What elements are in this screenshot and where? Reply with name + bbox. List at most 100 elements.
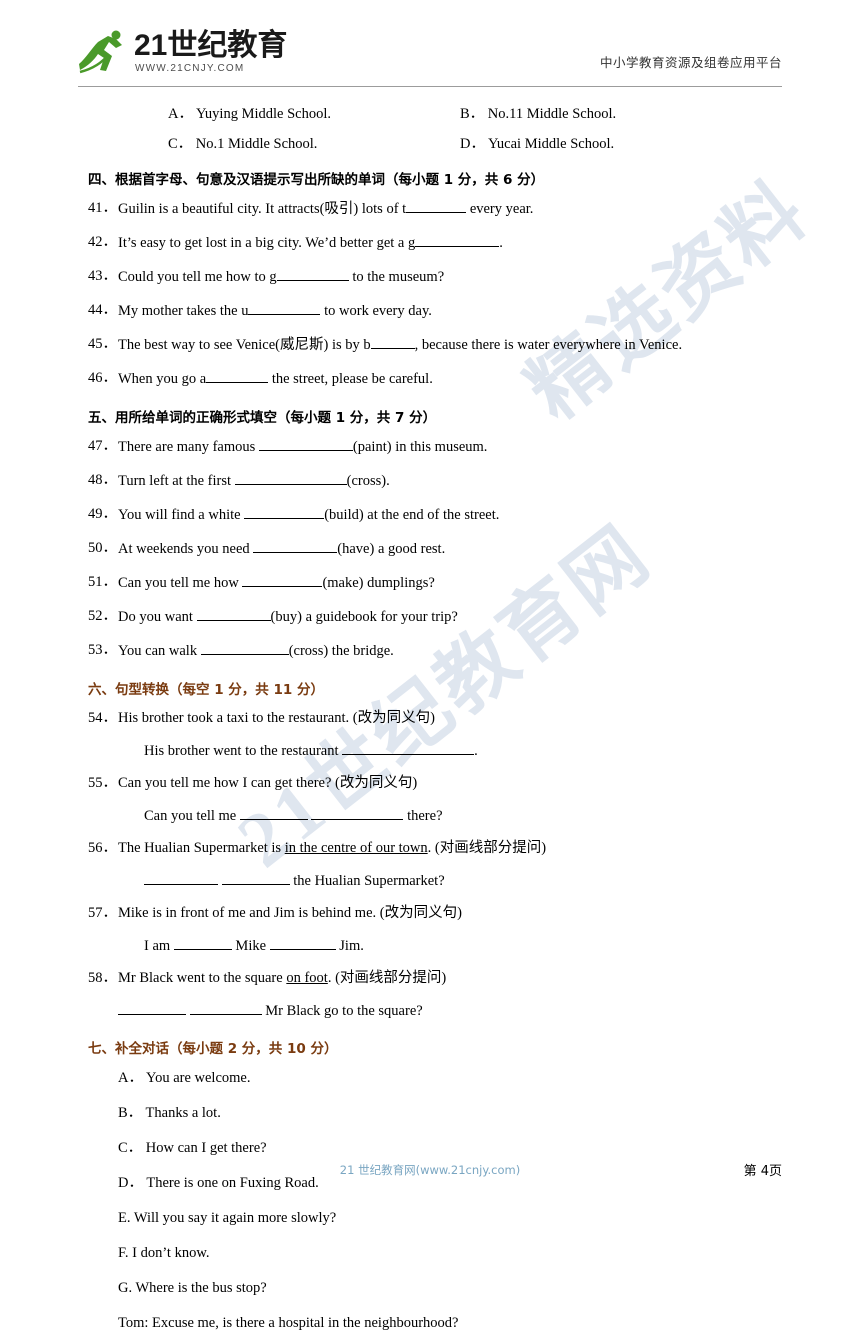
dialogue-option-a: A． You are welcome. [118,1070,251,1086]
question-number: 41． [88,200,117,216]
question-52: 52． Do you want (buy) a guidebook for you… [88,600,860,634]
question-number: 47． [88,438,117,454]
answer-blank[interactable] [248,301,321,315]
answer-blank[interactable] [370,335,415,349]
question-45: 45． The best way to see Venice(威尼斯) is by… [88,328,860,362]
answer-blank[interactable] [258,437,353,451]
question-50: 50． At weekends you need (have) a good re… [88,532,860,566]
question-text-after: to the museum? [348,269,445,285]
underlined-phrase: in the centre of our town [284,840,428,856]
question-text: Can you tell me how I can get there? (改为… [118,775,418,791]
option-a: A． Yuying Middle School. [168,106,331,122]
option-c: C． No.1 Middle School. [168,136,318,152]
question-number: 46． [88,370,117,386]
question-text-after: to work every day. [320,303,432,319]
question-text-after: (have) a good rest. [337,541,446,557]
section-heading-5: 五、用所给单词的正确形式填空（每小题 1 分，共 7 分） [88,410,437,426]
answer-blank[interactable] [311,806,404,820]
answer-blank[interactable] [196,607,271,621]
answer-blank[interactable] [118,1001,186,1015]
question-54-answer-line: His brother went to the restaurant . [144,735,860,767]
answer-text-before: I am [144,938,174,954]
answer-blank[interactable] [221,871,290,885]
dialogue-option-g: G. Where is the bus stop? [118,1280,267,1296]
question-text-before: Guilin is a beautiful city. It attracts(… [118,201,407,217]
question-57-answer-line: I am Mike Jim. [144,930,860,962]
question-43: 43． Could you tell me how to g to the mus… [88,260,860,294]
question-49: 49． You will find a white (build) at the … [88,498,860,532]
answer-blank[interactable] [342,741,475,755]
answer-blank[interactable] [415,233,500,247]
question-text-after: . [499,235,503,251]
question-text-before: The Hualian Supermarket is [118,840,285,856]
running-man-logo-icon [79,30,122,74]
question-text-after: (build) at the end of the street. [324,507,500,523]
question-number: 44． [88,302,117,318]
answer-text-after: Jim. [335,938,364,954]
answer-blank[interactable] [242,573,323,587]
answer-blank[interactable] [234,471,347,485]
answer-blank[interactable] [173,936,232,950]
logo-subtext: WWW.21CNJY.COM [135,63,245,74]
question-text: His brother took a taxi to the restauran… [118,710,435,726]
answer-text-after: there? [403,808,443,824]
section-heading-4: 四、根据首字母、句意及汉语提示写出所缺的单词（每小题 1 分，共 6 分） [88,172,545,188]
question-text-before: There are many famous [118,439,259,455]
question-text-after: , because there is water everywhere in V… [414,337,683,353]
answer-blank[interactable] [239,806,308,820]
dialogue-option-b: B． Thanks a lot. [118,1105,221,1121]
question-55-answer-line: Can you tell me there? [144,800,860,832]
question-text-before: Mr Black went to the square [118,970,287,986]
question-text-before: You will find a white [118,507,245,523]
footer-site-link[interactable]: 21 世纪教育网(www.21cnjy.com) [0,1162,860,1178]
question-number: 43． [88,268,117,284]
option-b: B． No.11 Middle School. [460,106,617,122]
question-text-before: Can you tell me how [118,575,243,591]
question-text-before: Could you tell me how to g [118,269,277,285]
answer-text-before: Can you tell me [144,808,240,824]
question-text-before: My mother takes the u [118,303,249,319]
answer-blank[interactable] [244,505,325,519]
question-text: Mike is in front of me and Jim is behind… [118,905,462,921]
question-number: 49． [88,506,117,522]
question-54: 54． His brother took a taxi to the restau… [88,702,860,735]
option-row: C． No.1 Middle School. D． Yucai Middle S… [0,128,860,158]
question-number: 42． [88,234,117,250]
answer-blank[interactable] [200,641,289,655]
question-58: 58． Mr Black went to the square on foot. … [88,962,860,995]
answer-blank[interactable] [269,936,336,950]
question-57: 57． Mike is in front of me and Jim is beh… [88,897,860,930]
question-text-after: every year. [466,201,534,217]
question-text-before: Do you want [118,609,197,625]
question-58-answer-line: Mr Black go to the square? [118,995,860,1027]
question-44: 44． My mother takes the u to work every d… [88,294,860,328]
answer-blank[interactable] [406,199,467,213]
answer-blank[interactable] [276,267,349,281]
answer-blank[interactable] [253,539,338,553]
question-number: 56． [88,840,117,856]
option-row: A． Yuying Middle School. B． No.11 Middle… [0,98,860,128]
question-48: 48． Turn left at the first (cross). [88,464,860,498]
question-46: 46． When you go a the street, please be c… [88,362,860,396]
answer-text-mid: Mike [231,938,270,954]
question-text-after: (cross) the bridge. [288,643,394,659]
underlined-phrase: on foot [286,970,328,986]
answer-blank[interactable] [144,871,218,885]
answer-blank[interactable] [189,1001,262,1015]
question-text-after: (cross). [346,473,390,489]
question-53: 53． You can walk (cross) the bridge. [88,634,860,668]
page-footer: 21 世纪教育网(www.21cnjy.com) 第 4页 [0,1162,860,1182]
question-text-before: You can walk [118,643,201,659]
page: 精选资料 21世纪教育网 21世纪教育 WWW.21CNJY.COM 中小学教育… [0,0,860,1331]
answer-text-after: . [474,743,478,759]
page-content: A． Yuying Middle School. B． No.11 Middle… [0,92,860,1341]
question-42: 42． It’s easy to get lost in a big city. … [88,226,860,260]
answer-blank[interactable] [206,369,269,383]
answer-text-after: Mr Black go to the square? [261,1003,423,1019]
question-text-after: (make) dumplings? [322,575,435,591]
question-text-before: The best way to see Venice(威尼斯) is by b [118,337,371,353]
question-text-after: (buy) a guidebook for your trip? [270,609,458,625]
question-number: 50． [88,540,117,556]
question-56-answer-line: the Hualian Supermarket? [144,865,860,897]
header-divider [78,86,782,87]
